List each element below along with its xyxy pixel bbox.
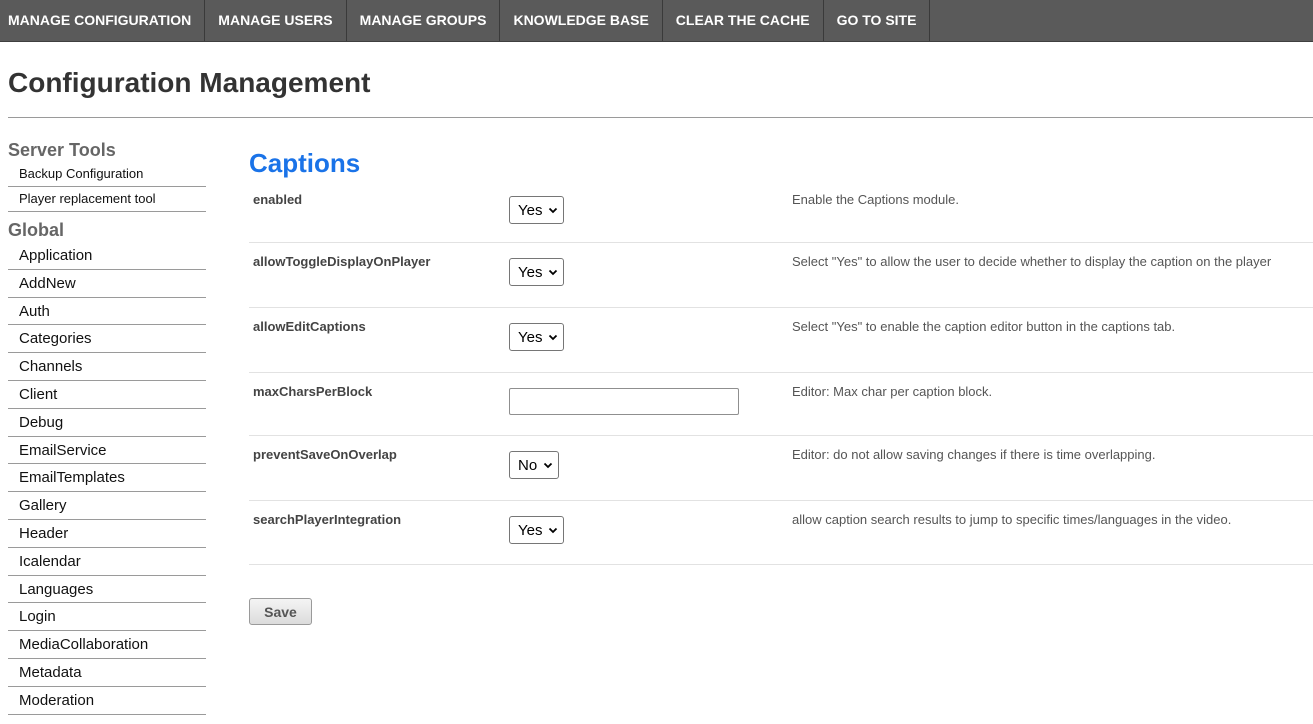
max-chars-per-block-input[interactable] [509,388,739,415]
config-label: allowEditCaptions [253,319,366,334]
allow-edit-captions-select[interactable]: Yes [509,323,565,351]
config-row-allow-edit-captions: allowEditCaptions Yes Select "Yes" to en… [249,308,1313,373]
sidebar-item-languages[interactable]: Languages [8,576,206,604]
config-row-search-player-integration: searchPlayerIntegration Yes allow captio… [249,501,1313,565]
select-value: Yes [518,263,543,281]
sidebar-item-player-replacement-tool[interactable]: Player replacement tool [8,187,206,212]
title-divider [8,117,1313,118]
config-description: Enable the Captions module. [792,192,959,207]
sidebar-item-icalendar[interactable]: Icalendar [8,548,206,576]
section-heading: Captions [249,148,361,178]
top-nav: MANAGE CONFIGURATION MANAGE USERS MANAGE… [0,0,1313,42]
config-label: preventSaveOnOverlap [253,447,397,462]
chevron-down-icon [549,527,558,534]
sidebar-item-channels[interactable]: Channels [8,353,206,381]
sidebar-item-moderation[interactable]: Moderation [8,687,206,715]
config-description: Editor: Max char per caption block. [792,384,993,399]
nav-knowledge-base[interactable]: KNOWLEDGE BASE [500,0,663,41]
config-label: searchPlayerIntegration [253,512,402,527]
sidebar-item-client[interactable]: Client [8,381,206,409]
nav-go-to-site[interactable]: GO TO SITE [824,0,931,41]
sidebar-item-metadata[interactable]: Metadata [8,659,206,687]
chevron-down-icon [549,269,558,276]
sidebar-item-auth[interactable]: Auth [8,298,206,326]
prevent-save-on-overlap-select[interactable]: No [509,451,560,479]
chevron-down-icon [544,462,553,469]
select-value: Yes [518,521,543,539]
allow-toggle-display-select[interactable]: Yes [509,258,565,286]
nav-manage-groups[interactable]: MANAGE GROUPS [347,0,501,41]
sidebar-section-global: Global [8,220,65,240]
sidebar-item-header[interactable]: Header [8,520,206,548]
select-value: Yes [518,328,543,346]
config-panel: Captions enabled Yes Enable the Captions… [249,145,1313,625]
nav-manage-configuration[interactable]: MANAGE CONFIGURATION [0,0,206,41]
config-description: Select "Yes" to enable the caption edito… [792,319,1176,334]
chevron-down-icon [549,334,558,341]
nav-manage-users[interactable]: MANAGE USERS [205,0,347,41]
config-row-prevent-save-on-overlap: preventSaveOnOverlap No Editor: do not a… [249,436,1313,501]
config-label: enabled [253,192,303,207]
config-row-max-chars-per-block: maxCharsPerBlock Editor: Max char per ca… [249,373,1313,436]
sidebar-item-categories[interactable]: Categories [8,325,206,354]
enabled-select[interactable]: Yes [509,196,565,224]
sidebar-item-login[interactable]: Login [8,603,206,632]
config-label: allowToggleDisplayOnPlayer [253,254,431,269]
config-label: maxCharsPerBlock [253,384,373,399]
sidebar-item-mediacollaboration[interactable]: MediaCollaboration [8,631,206,659]
config-row-allow-toggle-display: allowToggleDisplayOnPlayer Yes Select "Y… [249,243,1313,308]
nav-clear-the-cache[interactable]: CLEAR THE CACHE [663,0,824,41]
config-description: Editor: do not allow saving changes if t… [792,447,1156,462]
select-value: Yes [518,201,543,219]
config-description: Select "Yes" to allow the user to decide… [792,254,1272,269]
sidebar: Server Tools Backup Configuration Player… [8,138,206,715]
sidebar-item-backup-configuration[interactable]: Backup Configuration [8,162,206,187]
sidebar-item-gallery[interactable]: Gallery [8,492,206,520]
sidebar-item-addnew[interactable]: AddNew [8,270,206,298]
sidebar-item-application[interactable]: Application [8,242,206,270]
search-player-integration-select[interactable]: Yes [509,516,565,544]
select-value: No [518,456,538,474]
sidebar-item-emailservice[interactable]: EmailService [8,437,206,465]
sidebar-item-debug[interactable]: Debug [8,409,206,437]
sidebar-section-server-tools: Server Tools [8,140,116,160]
sidebar-item-emailtemplates[interactable]: EmailTemplates [8,464,206,493]
page-title: Configuration Management [8,67,371,98]
config-description: allow caption search results to jump to … [792,512,1232,527]
chevron-down-icon [549,207,558,214]
save-button[interactable]: Save [249,598,312,625]
config-row-enabled: enabled Yes Enable the Captions module. [249,181,1313,243]
